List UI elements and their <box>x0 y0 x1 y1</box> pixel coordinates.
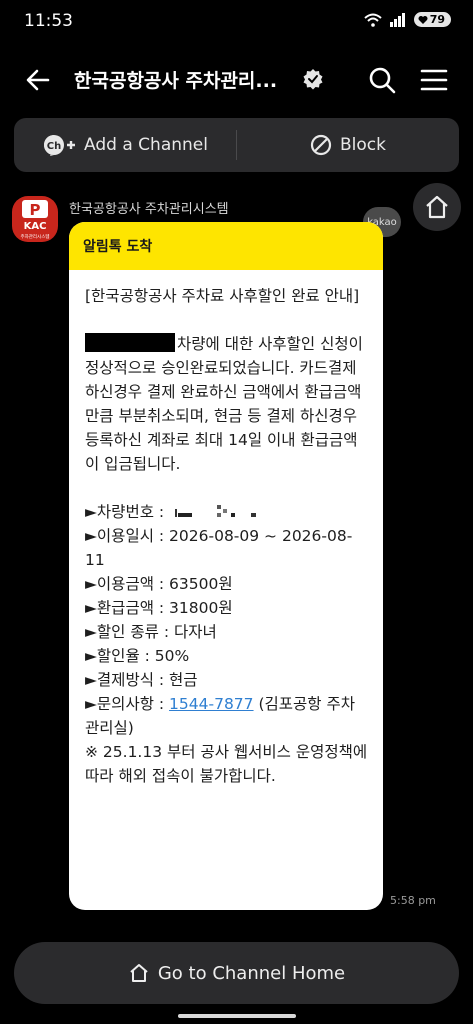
channel-action-bar: Ch Add a Channel Block <box>14 118 459 172</box>
plate-label: ►차량번호 : <box>85 503 170 521</box>
battery-indicator: 79 <box>413 12 451 27</box>
channel-avatar[interactable]: P KAC 주차관리시스템 <box>12 196 58 242</box>
block-label: Block <box>340 135 386 155</box>
usage-amount: ►이용금액 : 63500원 <box>85 575 233 593</box>
page-title: 한국공항공사 주차관리... <box>74 70 278 92</box>
battery-level: 79 <box>429 13 445 26</box>
block-icon <box>310 134 332 156</box>
redacted-block <box>85 333 175 352</box>
go-to-channel-home-button[interactable]: Go to Channel Home <box>14 942 459 1004</box>
wifi-icon <box>364 13 382 27</box>
channel-home-shortcut-button[interactable] <box>413 183 461 231</box>
add-channel-label: Add a Channel <box>84 135 208 155</box>
channel-icon-text: Ch <box>47 141 61 152</box>
message-intro: 차량에 대한 사후할인 신청이 정상적으로 승인완료되었습니다. 카드결제 하신… <box>85 335 363 473</box>
verified-badge-icon <box>303 69 323 90</box>
avatar-logo-text: KAC <box>24 221 47 232</box>
inquiry-line: ►문의사항 : 1544-7877 (김포공항 주차관리실) <box>85 692 369 740</box>
channel-add-icon: Ch <box>44 135 76 156</box>
signal-icon <box>389 12 405 27</box>
message-body: [한국공항공사 주차료 사후할인 완료 안내] 차량에 대한 사후할인 신청이 … <box>69 270 383 788</box>
search-icon[interactable] <box>366 64 398 96</box>
hamburger-menu-icon[interactable] <box>418 64 450 96</box>
heart-icon <box>418 15 428 24</box>
usage-period: ►이용일시 : 2026-08-09 ~ 2026-08-11 <box>85 527 353 569</box>
message-title: [한국공항공사 주차료 사후할인 완료 안내] <box>85 287 360 305</box>
clock: 11:53 <box>24 11 73 31</box>
home-icon <box>426 195 448 219</box>
refund-amount: ►환급금액 : 31800원 <box>85 599 233 617</box>
status-bar: 11:53 79 <box>0 0 473 44</box>
kac-logo-icon: P KAC 주차관리시스템 <box>21 200 50 240</box>
avatar-caption: 주차관리시스템 <box>21 233 50 240</box>
alimtalk-message-card: 알림톡 도착 [한국공항공사 주차료 사후할인 완료 안내] 차량에 대한 사후… <box>69 222 383 910</box>
back-arrow-icon[interactable] <box>22 64 54 96</box>
sender-name: 한국공항공사 주차관리시스템 <box>69 202 229 217</box>
status-icons: 79 <box>364 12 451 27</box>
discount-type: ►할인 종류 : 다자녀 <box>85 623 217 641</box>
blurred-plate-number <box>175 505 257 517</box>
add-channel-button[interactable]: Ch Add a Channel <box>14 118 236 172</box>
go-home-label: Go to Channel Home <box>157 962 346 984</box>
message-timestamp: 5:58 pm <box>390 894 436 907</box>
block-button[interactable]: Block <box>237 118 459 172</box>
plate-number-line: ►차량번호 : <box>85 500 369 524</box>
inquiry-label: ►문의사항 : <box>85 695 170 713</box>
message-intro-paragraph: 차량에 대한 사후할인 신청이 정상적으로 승인완료되었습니다. 카드결제 하신… <box>85 332 369 476</box>
gesture-nav-handle[interactable] <box>178 1014 296 1018</box>
phone-link[interactable]: 1544-7877 <box>169 695 254 713</box>
payment-method: ►결제방식 : 현금 <box>85 671 198 689</box>
notice: ※ 25.1.13 부터 공사 웹서비스 운영정책에 따라 해외 접속이 불가합… <box>85 743 368 785</box>
chat-header: 한국공항공사 주차관리... <box>0 52 473 108</box>
message-header: 알림톡 도착 <box>69 222 383 270</box>
home-icon <box>130 964 148 982</box>
svg-text:P: P <box>30 201 41 219</box>
discount-rate: ►할인율 : 50% <box>85 647 190 665</box>
